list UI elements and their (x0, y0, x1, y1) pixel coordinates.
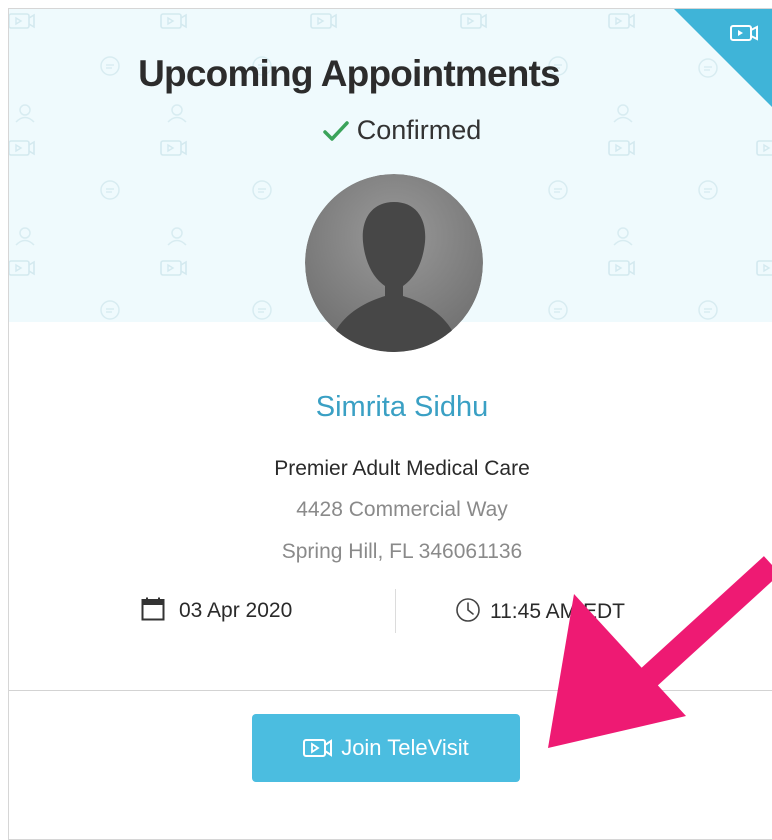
join-button-label: Join TeleVisit (341, 735, 469, 760)
provider-name-link[interactable]: Simrita Sidhu (9, 391, 772, 424)
card-footer-divider (9, 690, 772, 691)
appointment-time: 11:45 AM EDT (455, 597, 625, 624)
datetime-divider (395, 589, 396, 633)
time-text: 11:45 AM EDT (490, 600, 626, 623)
status-label: Confirmed (356, 115, 482, 145)
appointment-status: Confirmed (9, 115, 772, 146)
page-title: Upcoming Appointments (138, 53, 561, 94)
address-line-1: 4428 Commercial Way (296, 498, 508, 521)
appointment-datetime: 03 Apr 2020 11:45 AM EDT (9, 589, 772, 633)
avatar (305, 174, 483, 352)
calendar-icon (141, 597, 165, 621)
video-camera-icon (303, 739, 333, 757)
address-line-2: Spring Hill, FL 346061136 (281, 540, 523, 563)
appointment-date: 03 Apr 2020 (141, 597, 292, 623)
join-televisit-button[interactable]: Join TeleVisit (252, 714, 520, 782)
check-icon (322, 121, 349, 141)
practice-name: Premier Adult Medical Care (274, 457, 530, 480)
date-text: 03 Apr 2020 (179, 599, 293, 622)
clock-icon (456, 598, 480, 622)
